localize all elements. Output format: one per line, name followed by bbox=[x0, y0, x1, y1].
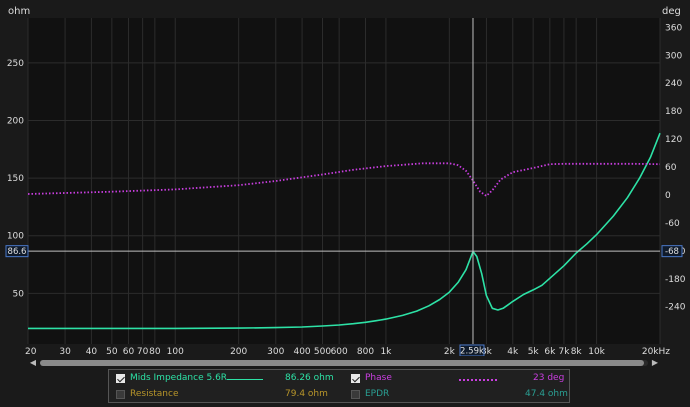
y-axis-right-ticks: 360300240180120600-60-120-180-240 bbox=[665, 23, 686, 312]
x-tick-label: 500 bbox=[314, 347, 331, 356]
x-tick-label: 1k bbox=[380, 347, 392, 356]
horizontal-scrollbar[interactable]: ◀ ▶ bbox=[28, 358, 660, 368]
impedance-value: 86.26 ohm bbox=[285, 373, 334, 383]
y-left-tick-label: 200 bbox=[7, 117, 24, 127]
arrow-left-icon[interactable]: ◀ bbox=[28, 358, 38, 368]
plot-area[interactable] bbox=[28, 18, 660, 344]
resistance-checkbox[interactable] bbox=[116, 390, 125, 399]
y-right-tick-label: 180 bbox=[665, 107, 682, 117]
y-axis-right-label: deg bbox=[662, 6, 681, 17]
x-tick-label: 70 bbox=[137, 347, 149, 356]
y-right-tick-label: -180 bbox=[665, 275, 686, 285]
y-right-tick-label: 300 bbox=[665, 51, 682, 61]
x-tick-label: 6k bbox=[544, 347, 556, 356]
x-tick-label: 80 bbox=[149, 347, 161, 356]
legend-row-impedance: Mids Impedance 5.6R 86.26 ohm Phase 23 d… bbox=[109, 371, 569, 387]
y-right-tick-label: 120 bbox=[665, 135, 682, 145]
x-axis-ticks: 20 30 40 50 60 70 80 100 200 300 400 500 600 800 1k 2k 3… bbox=[25, 347, 670, 356]
x-tick-label: 100 bbox=[167, 347, 184, 356]
y-axis-left-label: ohm bbox=[8, 6, 30, 17]
arrow-right-icon[interactable]: ▶ bbox=[650, 358, 660, 368]
legend-row-resistance: Resistance 79.4 ohm EPDR 47.4 ohm bbox=[109, 387, 569, 403]
phase-line-swatch bbox=[459, 379, 497, 381]
cursor-y-right-label: -68 bbox=[665, 247, 679, 257]
y-right-tick-label: 240 bbox=[665, 79, 682, 89]
x-tick-label: 800 bbox=[357, 347, 374, 356]
cursor-y-left-label: 86.6 bbox=[8, 247, 27, 257]
legend-panel: Mids Impedance 5.6R 86.26 ohm Phase 23 d… bbox=[108, 369, 570, 403]
x-tick-label: 8k bbox=[571, 347, 583, 356]
phase-series-name: Phase bbox=[365, 373, 392, 383]
x-tick-label: 60 bbox=[123, 347, 135, 356]
y-right-tick-label: -60 bbox=[665, 219, 680, 229]
phase-value: 23 deg bbox=[533, 373, 565, 383]
impedance-analyzer-window: 50100150200250 360300240180120600-60-120… bbox=[0, 0, 690, 407]
epdr-value: 47.4 ohm bbox=[525, 389, 568, 399]
y-left-tick-label: 150 bbox=[7, 174, 24, 184]
y-right-tick-label: 60 bbox=[665, 163, 677, 173]
x-tick-label: 400 bbox=[293, 347, 310, 356]
x-tick-label: 200 bbox=[230, 347, 247, 356]
x-tick-label: 4k bbox=[507, 347, 519, 356]
x-tick-label: 300 bbox=[267, 347, 284, 356]
resistance-series-name: Resistance bbox=[130, 389, 179, 399]
x-tick-label: 10k bbox=[588, 347, 605, 356]
x-tick-label: 600 bbox=[331, 347, 348, 356]
x-tick-label: 7k bbox=[558, 347, 570, 356]
y-right-tick-label: 0 bbox=[665, 191, 671, 201]
impedance-line-swatch bbox=[227, 379, 263, 380]
impedance-checkbox[interactable] bbox=[116, 374, 125, 383]
scrollbar-thumb[interactable] bbox=[40, 360, 644, 366]
y-left-tick-label: 250 bbox=[7, 59, 24, 69]
y-axis-left-ticks: 50 100 150 200 250 bbox=[7, 59, 24, 299]
impedance-series-name: Mids Impedance 5.6R bbox=[130, 373, 228, 383]
y-left-tick-label: 50 bbox=[13, 289, 25, 299]
x-tick-label: 40 bbox=[86, 347, 98, 356]
y-right-tick-label: 360 bbox=[665, 23, 682, 33]
epdr-series-name: EPDR bbox=[365, 389, 390, 399]
x-tick-label: 30 bbox=[59, 347, 71, 356]
phase-checkbox[interactable] bbox=[351, 374, 360, 383]
x-tick-label: 20 bbox=[25, 347, 37, 356]
y-right-tick-label: -240 bbox=[665, 303, 686, 313]
x-tick-label: 20kHz bbox=[642, 347, 670, 356]
x-tick-label: 5k bbox=[528, 347, 540, 356]
resistance-value: 79.4 ohm bbox=[285, 389, 328, 399]
x-tick-label: 2k bbox=[444, 347, 456, 356]
y-left-tick-label: 100 bbox=[7, 232, 24, 242]
x-tick-label: 50 bbox=[106, 347, 118, 356]
impedance-chart[interactable]: 50100150200250 360300240180120600-60-120… bbox=[0, 0, 690, 356]
cursor-x-label: 2.59k bbox=[460, 347, 484, 357]
epdr-checkbox[interactable] bbox=[351, 390, 360, 399]
